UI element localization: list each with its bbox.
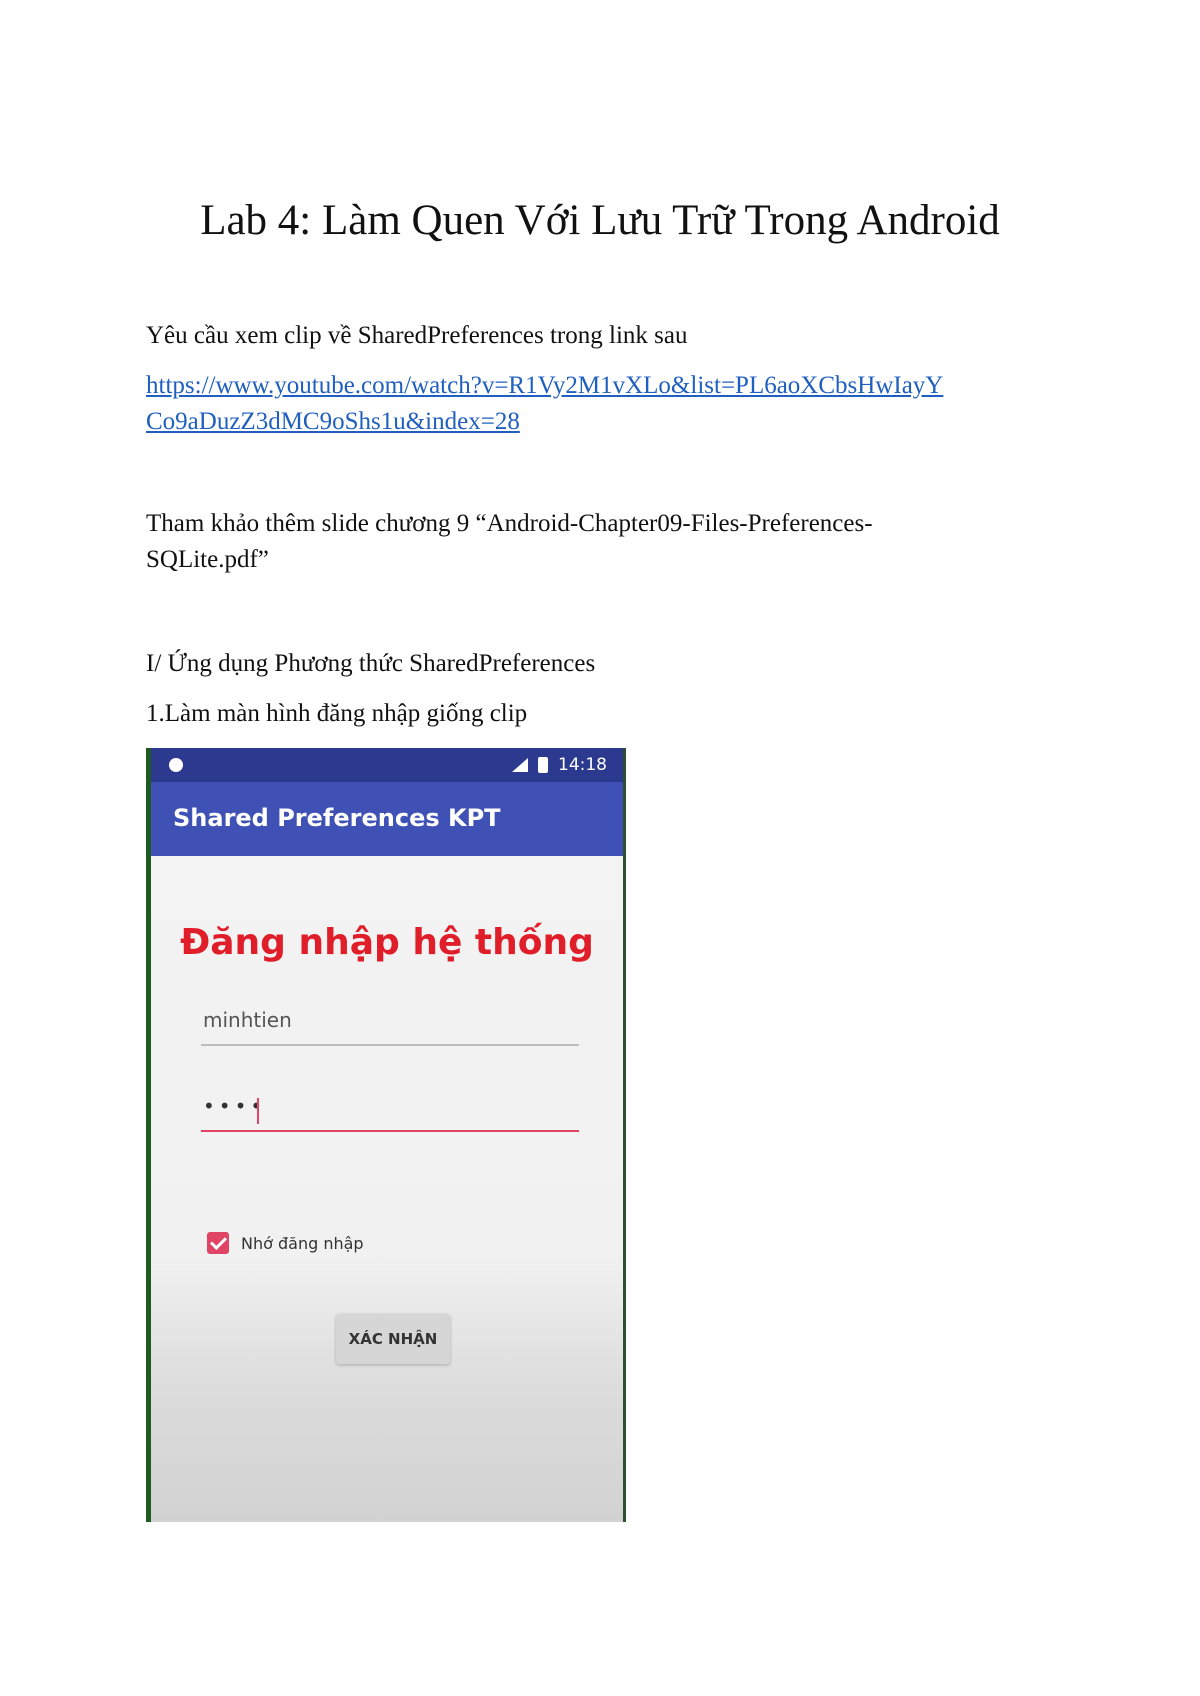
reference-line-2: SQLite.pdf” bbox=[146, 546, 269, 573]
status-icons: 14:18 bbox=[512, 755, 607, 775]
youtube-link-line-2[interactable]: Co9aDuzZ3dMC9oShs1u&index=28 bbox=[146, 408, 520, 435]
notification-icon bbox=[169, 758, 183, 772]
status-bar: 14:18 bbox=[151, 748, 623, 782]
youtube-link[interactable]: https://www.youtube.com/watch?v=R1Vy2M1v… bbox=[146, 368, 1066, 440]
battery-icon bbox=[538, 757, 548, 773]
phone-screenshot: 14:18 Shared Preferences KPT Đăng nhập h… bbox=[146, 748, 626, 1522]
signal-icon bbox=[512, 758, 528, 772]
step-1-text: 1.Làm màn hình đăng nhập giống clip bbox=[146, 700, 528, 727]
app-title: Shared Preferences KPT bbox=[173, 804, 501, 832]
login-heading: Đăng nhập hệ thống bbox=[180, 922, 594, 963]
section-heading: I/ Ứng dụng Phương thức SharedPreference… bbox=[146, 650, 596, 677]
app-bar: Shared Preferences KPT bbox=[151, 782, 623, 856]
reference-line-1: Tham khảo thêm slide chương 9 “Android-C… bbox=[146, 510, 873, 537]
youtube-link-line-1[interactable]: https://www.youtube.com/watch?v=R1Vy2M1v… bbox=[146, 372, 943, 399]
remember-label: Nhớ đăng nhập bbox=[241, 1234, 364, 1253]
text-cursor bbox=[257, 1098, 259, 1124]
status-time: 14:18 bbox=[558, 755, 607, 775]
confirm-button[interactable]: XÁC NHẬN bbox=[336, 1314, 450, 1364]
remember-checkbox[interactable] bbox=[207, 1232, 229, 1254]
document-title: Lab 4: Làm Quen Với Lưu Trữ Trong Androi… bbox=[200, 197, 1000, 244]
intro-text: Yêu cầu xem clip về SharedPreferences tr… bbox=[146, 322, 688, 349]
username-input[interactable] bbox=[201, 1002, 579, 1046]
login-form: Đăng nhập hệ thống Nhớ đăng nhập XÁC NHẬ… bbox=[151, 856, 623, 1522]
reference-text: Tham khảo thêm slide chương 9 “Android-C… bbox=[146, 506, 1066, 578]
